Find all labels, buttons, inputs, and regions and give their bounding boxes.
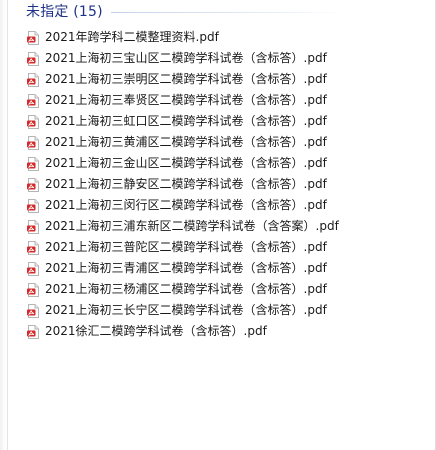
file-name: 2021上海初三闵行区二模跨学科试卷（含标答）.pdf <box>45 198 327 212</box>
file-item[interactable]: 2021上海初三金山区二模跨学科试卷（含标答）.pdf <box>26 153 426 174</box>
file-item[interactable]: 2021上海初三宝山区二模跨学科试卷（含标答）.pdf <box>26 48 426 69</box>
file-name: 2021上海初三黄浦区二模跨学科试卷（含标答）.pdf <box>45 135 327 149</box>
file-item[interactable]: 2021上海初三虹口区二模跨学科试卷（含标答）.pdf <box>26 111 426 132</box>
pdf-icon <box>26 324 40 339</box>
pdf-icon <box>26 198 40 213</box>
file-name: 2021上海初三金山区二模跨学科试卷（含标答）.pdf <box>45 156 327 170</box>
pdf-icon <box>26 72 40 87</box>
file-name: 2021上海初三普陀区二模跨学科试卷（含标答）.pdf <box>45 240 327 254</box>
file-item[interactable]: 2021年跨学科二模整理资料.pdf <box>26 27 426 48</box>
file-name: 2021年跨学科二模整理资料.pdf <box>45 30 219 44</box>
group-title: 未指定 (15) <box>26 4 103 20</box>
pdf-icon <box>26 135 40 150</box>
file-name: 2021上海初三宝山区二模跨学科试卷（含标答）.pdf <box>45 51 327 65</box>
pdf-icon <box>26 282 40 297</box>
pdf-icon <box>26 240 40 255</box>
file-name: 2021上海初三长宁区二模跨学科试卷（含标答）.pdf <box>45 303 327 317</box>
file-item[interactable]: 2021上海初三长宁区二模跨学科试卷（含标答）.pdf <box>26 300 426 321</box>
file-item[interactable]: 2021上海初三青浦区二模跨学科试卷（含标答）.pdf <box>26 258 426 279</box>
pdf-icon <box>26 303 40 318</box>
pdf-icon <box>26 177 40 192</box>
file-name: 2021上海初三静安区二模跨学科试卷（含标答）.pdf <box>45 177 327 191</box>
file-name: 2021上海初三崇明区二模跨学科试卷（含标答）.pdf <box>45 72 327 86</box>
file-name: 2021上海初三虹口区二模跨学科试卷（含标答）.pdf <box>45 114 327 128</box>
file-item[interactable]: 2021上海初三奉贤区二模跨学科试卷（含标答）.pdf <box>26 90 426 111</box>
file-item[interactable]: 2021上海初三闵行区二模跨学科试卷（含标答）.pdf <box>26 195 426 216</box>
group-header-unspecified[interactable]: 未指定 (15) <box>26 0 346 22</box>
file-item[interactable]: 2021上海初三杨浦区二模跨学科试卷（含标答）.pdf <box>26 279 426 300</box>
pdf-icon <box>26 51 40 66</box>
file-name: 2021上海初三浦东新区二模跨学科试卷（含答案）.pdf <box>45 219 339 233</box>
file-item[interactable]: 2021上海初三浦东新区二模跨学科试卷（含答案）.pdf <box>26 216 426 237</box>
file-list: 2021年跨学科二模整理资料.pdf 2021上海初三宝山区二模跨学科试卷（含标… <box>26 27 426 342</box>
pdf-icon <box>26 93 40 108</box>
file-name: 2021上海初三奉贤区二模跨学科试卷（含标答）.pdf <box>45 93 327 107</box>
navigation-pane-edge[interactable] <box>0 0 8 450</box>
file-name: 2021徐汇二模跨学科试卷（含标答）.pdf <box>45 324 267 338</box>
file-item[interactable]: 2021上海初三静安区二模跨学科试卷（含标答）.pdf <box>26 174 426 195</box>
file-item[interactable]: 2021上海初三崇明区二模跨学科试卷（含标答）.pdf <box>26 69 426 90</box>
file-explorer-pane: 未指定 (15) 2021年跨学科二模整理资料.pdf 2021上海初三宝山区二… <box>0 0 436 450</box>
group-divider <box>110 11 346 13</box>
file-item[interactable]: 2021上海初三黄浦区二模跨学科试卷（含标答）.pdf <box>26 132 426 153</box>
file-item[interactable]: 2021徐汇二模跨学科试卷（含标答）.pdf <box>26 321 426 342</box>
pdf-icon <box>26 261 40 276</box>
file-item[interactable]: 2021上海初三普陀区二模跨学科试卷（含标答）.pdf <box>26 237 426 258</box>
pdf-icon <box>26 219 40 234</box>
pdf-icon <box>26 156 40 171</box>
file-name: 2021上海初三杨浦区二模跨学科试卷（含标答）.pdf <box>45 282 327 296</box>
pdf-icon <box>26 114 40 129</box>
file-name: 2021上海初三青浦区二模跨学科试卷（含标答）.pdf <box>45 261 327 275</box>
pdf-icon <box>26 30 40 45</box>
